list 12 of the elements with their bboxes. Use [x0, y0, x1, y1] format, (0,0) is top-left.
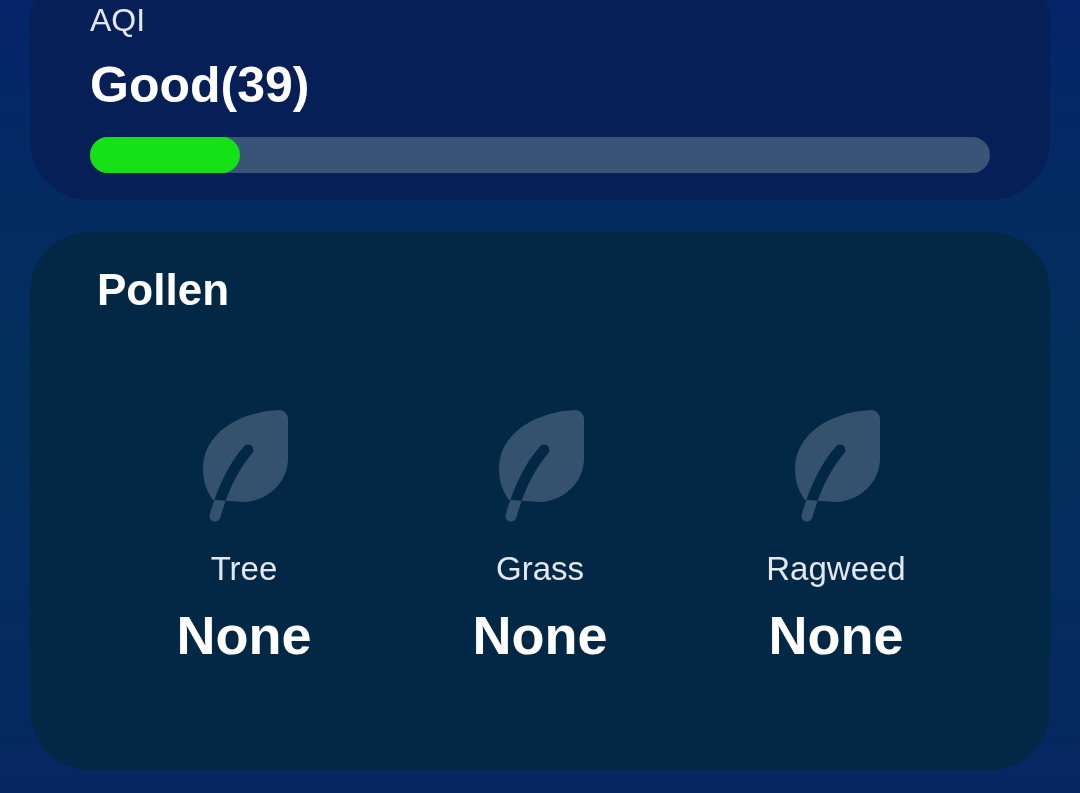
pollen-title: Pollen — [97, 264, 230, 316]
pollen-type-label: Tree — [210, 549, 278, 589]
pollen-type-label: Grass — [496, 549, 584, 589]
pollen-level-value: None — [176, 605, 312, 665]
leaf-icon — [200, 410, 288, 522]
pollen-type-label: Ragweed — [766, 549, 906, 589]
aqi-value: Good(39) — [90, 57, 310, 113]
aqi-label: AQI — [90, 1, 146, 40]
leaf-icon — [496, 410, 584, 522]
pollen-level-value: None — [472, 605, 608, 665]
leaf-icon — [792, 410, 880, 522]
pollen-level-value: None — [768, 605, 904, 665]
